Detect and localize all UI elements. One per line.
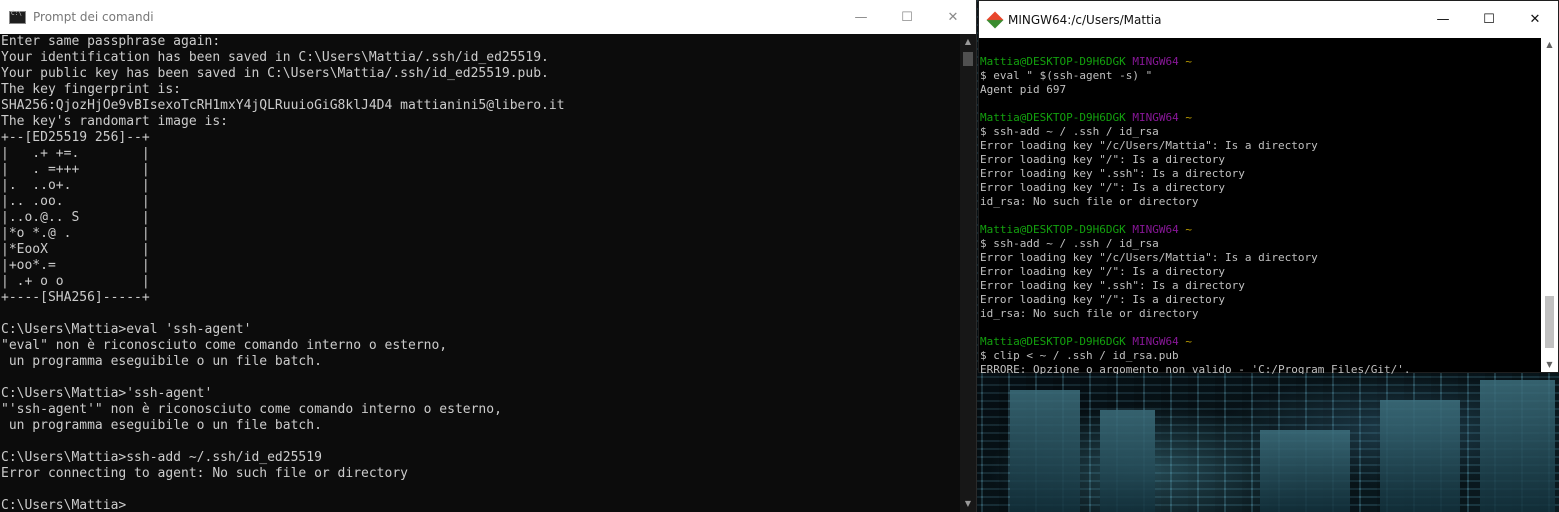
cmd-scrollbar[interactable]: ▲ ▼	[960, 34, 976, 512]
prompt-host: MINGW64	[1132, 55, 1179, 68]
console-line: |. ..o+. |	[1, 178, 150, 193]
cmd-window[interactable]: Prompt dei comandi — ☐ ✕ Enter same pass…	[0, 0, 977, 512]
prompt-path: ~	[1185, 223, 1192, 236]
wallpaper-building	[1010, 390, 1080, 512]
console-line: | .+ +=. |	[1, 146, 150, 161]
console-line: ERRORE: Opzione o argomento non valido -…	[980, 363, 1411, 374]
console-line: Error loading key "/": Is a directory	[980, 181, 1226, 194]
close-button[interactable]: ✕	[1512, 1, 1558, 38]
console-line: un programma eseguibile o un file batch.	[1, 354, 322, 369]
wallpaper-building	[1100, 410, 1155, 512]
console-line: |*EooX |	[1, 242, 150, 257]
console-line: "'ssh-agent'" non è riconosciuto come co…	[1, 402, 502, 417]
scroll-down-icon[interactable]: ▼	[960, 496, 976, 512]
console-line: |.. .oo. |	[1, 194, 150, 209]
git-icon	[986, 11, 1004, 28]
mingw-window[interactable]: MINGW64:/c/Users/Mattia — ☐ ✕ Mattia@DES…	[978, 0, 1559, 374]
console-line: "eval" non è riconosciuto come comando i…	[1, 338, 448, 353]
scrollbar-thumb[interactable]	[963, 52, 973, 66]
cmd-text: Enter same passphrase again: Your identi…	[0, 34, 960, 512]
console-line: SHA256:QjozHjOe9vBIsexoTcRH1mxY4jQLRuuio…	[1, 98, 565, 113]
console-line: |+oo*.= |	[1, 258, 150, 273]
console-line: The key's randomart image is:	[1, 114, 228, 129]
wallpaper-building	[1380, 400, 1460, 512]
prompt-user: Mattia@DESKTOP-D9H6DGK	[980, 335, 1126, 348]
prompt-host: MINGW64	[1132, 223, 1179, 236]
console-line: C:\Users\Mattia>eval 'ssh-agent'	[1, 322, 252, 337]
maximize-button[interactable]: ☐	[1466, 1, 1512, 38]
console-command: $ eval " $(ssh-agent -s) "	[980, 69, 1153, 82]
prompt-path: ~	[1185, 111, 1192, 124]
console-line: |*o *.@ . |	[1, 226, 150, 241]
prompt-host: MINGW64	[1132, 335, 1179, 348]
scroll-down-icon[interactable]: ▼	[1541, 358, 1558, 372]
mingw-scrollbar[interactable]: ▲ ▼	[1541, 38, 1558, 372]
console-line: Error loading key "/c/Users/Mattia": Is …	[980, 251, 1318, 264]
minimize-button[interactable]: —	[1420, 1, 1466, 38]
close-button[interactable]: ✕	[930, 0, 976, 34]
console-line: id_rsa: No such file or directory	[980, 195, 1199, 208]
prompt-user: Mattia@DESKTOP-D9H6DGK	[980, 111, 1126, 124]
scroll-up-icon[interactable]: ▲	[1541, 38, 1558, 52]
cmd-console-output[interactable]: Enter same passphrase again: Your identi…	[0, 34, 960, 512]
console-line: +----[SHA256]-----+	[1, 290, 150, 305]
prompt-host: MINGW64	[1132, 111, 1179, 124]
mingw-console-output[interactable]: Mattia@DESKTOP-D9H6DGK MINGW64 ~ $ eval …	[979, 41, 1541, 374]
prompt-path: ~	[1185, 55, 1192, 68]
console-line: | .+ o o |	[1, 274, 150, 289]
prompt-user: Mattia@DESKTOP-D9H6DGK	[980, 55, 1126, 68]
cmd-window-title: Prompt dei comandi	[33, 10, 154, 24]
maximize-button[interactable]: ☐	[884, 0, 930, 34]
mingw-text: Mattia@DESKTOP-D9H6DGK MINGW64 ~ $ eval …	[979, 41, 1541, 374]
console-line: id_rsa: No such file or directory	[980, 307, 1199, 320]
console-line: Agent pid 697	[980, 83, 1067, 96]
cmd-window-controls: — ☐ ✕	[838, 0, 976, 34]
console-line: Error loading key "/": Is a directory	[980, 293, 1226, 306]
mingw-titlebar[interactable]: MINGW64:/c/Users/Mattia — ☐ ✕	[979, 1, 1558, 38]
mingw-window-title: MINGW64:/c/Users/Mattia	[1008, 12, 1162, 27]
scrollbar-thumb[interactable]	[1545, 296, 1554, 348]
console-command: $ clip < ~ / .ssh / id_rsa.pub	[980, 349, 1179, 362]
console-line: Error loading key ".ssh": Is a directory	[980, 279, 1245, 292]
console-line: un programma eseguibile o un file batch.	[1, 418, 322, 433]
console-line: +--[ED25519 256]--+	[1, 130, 150, 145]
prompt-path: ~	[1185, 335, 1192, 348]
console-line: Error loading key "/": Is a directory	[980, 265, 1226, 278]
scroll-up-icon[interactable]: ▲	[960, 34, 976, 50]
console-line: Error connecting to agent: No such file …	[1, 466, 408, 481]
terminal-icon	[9, 10, 26, 24]
console-command: $ ssh-add ~ / .ssh / id_rsa	[980, 125, 1159, 138]
console-line: Error loading key "/": Is a directory	[980, 153, 1226, 166]
console-line: C:\Users\Mattia>'ssh-agent'	[1, 386, 213, 401]
console-line: Your public key has been saved in C:\Use…	[1, 66, 549, 81]
console-line: |..o.@.. S |	[1, 210, 150, 225]
console-line: C:\Users\Mattia>ssh-add ~/.ssh/id_ed2551…	[1, 450, 322, 465]
console-line: Error loading key "/c/Users/Mattia": Is …	[980, 139, 1318, 152]
mingw-window-controls: — ☐ ✕	[1420, 1, 1558, 38]
prompt-user: Mattia@DESKTOP-D9H6DGK	[980, 223, 1126, 236]
console-line: The key fingerprint is:	[1, 82, 182, 97]
wallpaper-building	[1480, 380, 1555, 512]
console-line: Your identification has been saved in C:…	[1, 50, 549, 65]
console-command: $ ssh-add ~ / .ssh / id_rsa	[980, 237, 1159, 250]
cmd-titlebar[interactable]: Prompt dei comandi — ☐ ✕	[0, 0, 976, 34]
console-line: C:\Users\Mattia>	[1, 498, 127, 512]
wallpaper-building	[1260, 430, 1350, 512]
console-line: Error loading key ".ssh": Is a directory	[980, 167, 1245, 180]
minimize-button[interactable]: —	[838, 0, 884, 34]
console-line: Enter same passphrase again:	[1, 34, 221, 49]
console-line: | . =+++ |	[1, 162, 150, 177]
